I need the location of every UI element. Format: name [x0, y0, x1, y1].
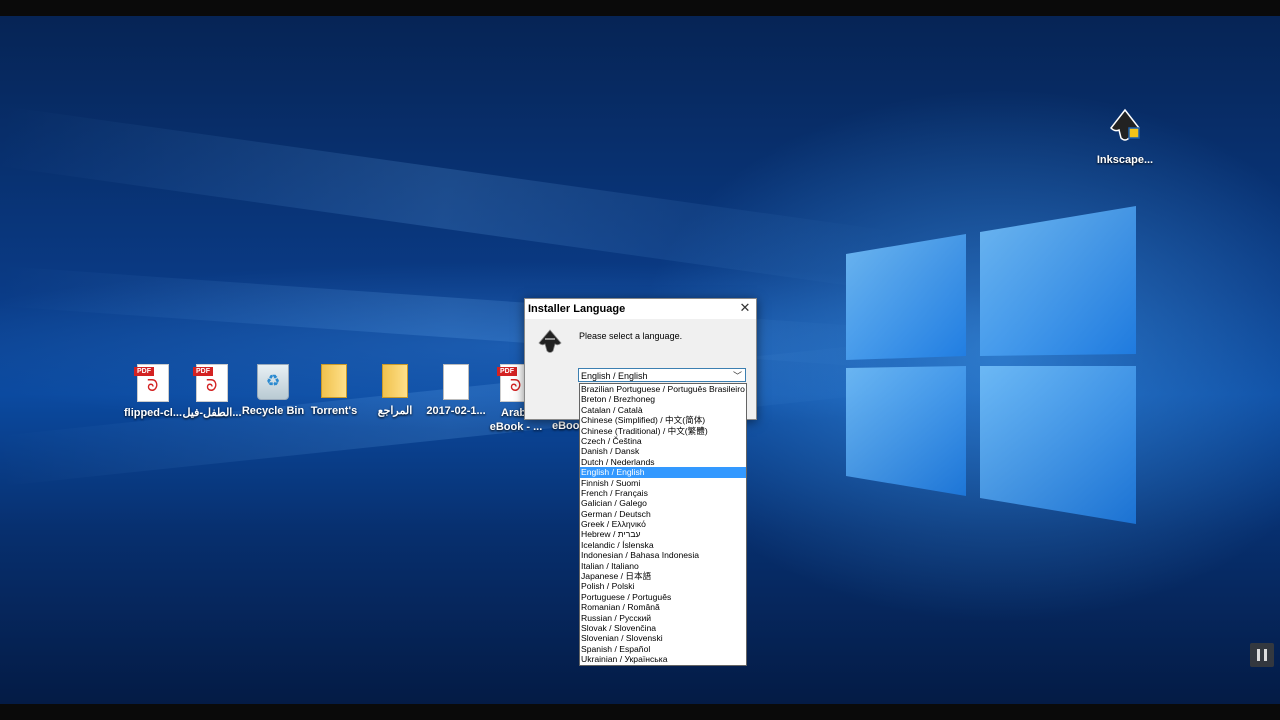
language-option[interactable]: Portuguese / Português — [580, 592, 746, 602]
language-dropdown-list[interactable]: Brazilian Portuguese / Português Brasile… — [579, 383, 747, 666]
language-option[interactable]: Ukrainian / Українська — [580, 654, 746, 664]
language-option[interactable]: Japanese / 日本語 — [580, 571, 746, 581]
close-icon[interactable]: ✕ — [738, 301, 752, 315]
inkscape-icon — [538, 329, 562, 353]
language-option[interactable]: Romanian / Română — [580, 602, 746, 612]
language-option[interactable]: Brazilian Portuguese / Português Brasile… — [580, 384, 746, 394]
language-option[interactable]: Italian / Italiano — [580, 561, 746, 571]
language-option[interactable]: Chinese (Traditional) / 中文(繁體) — [580, 426, 746, 436]
language-option[interactable]: Greek / Ελληνικό — [580, 519, 746, 529]
chevron-down-icon[interactable]: ﹀ — [733, 369, 742, 383]
recycle-bin-icon: ♻ — [257, 364, 289, 400]
dialog-message: Please select a language. — [579, 331, 683, 341]
language-option[interactable]: English / English — [580, 467, 746, 478]
desktop-icon-folder[interactable]: Torrent's — [299, 364, 369, 418]
light-beam — [0, 106, 896, 291]
desktop-icon-label: Recycle Bin — [241, 405, 305, 417]
desktop-icon-label: Inkscape... — [1096, 154, 1154, 166]
desktop-icon-recycle-bin[interactable]: ♻ Recycle Bin — [238, 364, 308, 418]
desktop-icon-pdf[interactable]: PDF ᘐ الطفل-فيل... — [177, 364, 247, 420]
language-option[interactable]: Breton / Brezhoneg — [580, 394, 746, 404]
language-option[interactable]: Dutch / Nederlands — [580, 457, 746, 467]
language-option[interactable]: Spanish / Español — [580, 644, 746, 654]
desktop-icon-label[interactable]: eBoo — [552, 420, 580, 432]
file-icon — [443, 364, 469, 400]
language-select-value: English / English — [581, 371, 648, 381]
desktop-icon-label: Torrent's — [310, 405, 358, 417]
desktop-icon-label: المراجع — [377, 405, 413, 417]
pdf-file-icon: PDF ᘐ — [134, 364, 169, 402]
language-option[interactable]: Chinese (Simplified) / 中文(简体) — [580, 415, 746, 425]
inkscape-icon — [1110, 108, 1140, 141]
folder-icon — [382, 364, 408, 398]
language-select[interactable]: English / English ﹀ — [578, 368, 746, 382]
dialog-title: Installer Language — [528, 303, 626, 315]
language-option[interactable]: Czech / Čeština — [580, 436, 746, 446]
language-option[interactable]: Catalan / Català — [580, 405, 746, 415]
language-option[interactable]: Danish / Dansk — [580, 446, 746, 456]
pdf-file-icon: PDF ᘐ — [193, 364, 228, 402]
language-option[interactable]: Slovenian / Slovenski — [580, 633, 746, 643]
language-option[interactable]: Slovak / Slovenčina — [580, 623, 746, 633]
language-option[interactable]: Galician / Galego — [580, 498, 746, 508]
language-option[interactable]: Russian / Русский — [580, 613, 746, 623]
language-option[interactable]: Icelandic / Íslenska — [580, 540, 746, 550]
desktop-icon-inkscape[interactable]: Inkscape... — [1090, 108, 1160, 167]
video-letterbox-bottom — [0, 704, 1280, 720]
desktop-icon-folder[interactable]: المراجع — [360, 364, 430, 418]
light-beam — [0, 266, 900, 369]
language-option[interactable]: German / Deutsch — [580, 509, 746, 519]
windows-logo — [846, 206, 1136, 524]
language-option[interactable]: Hebrew / עברית — [580, 529, 746, 539]
pause-button[interactable] — [1250, 643, 1274, 667]
desktop-icon-label: الطفل-فيل... — [182, 407, 242, 419]
folder-icon — [321, 364, 347, 398]
language-option[interactable]: Indonesian / Bahasa Indonesia — [580, 550, 746, 560]
video-letterbox-top — [0, 0, 1280, 16]
desktop-icon-label-line2: eBook - ... — [489, 421, 543, 433]
language-option[interactable]: Polish / Polski — [580, 581, 746, 591]
language-option[interactable]: French / Français — [580, 488, 746, 498]
language-option[interactable]: Finnish / Suomi — [580, 478, 746, 488]
